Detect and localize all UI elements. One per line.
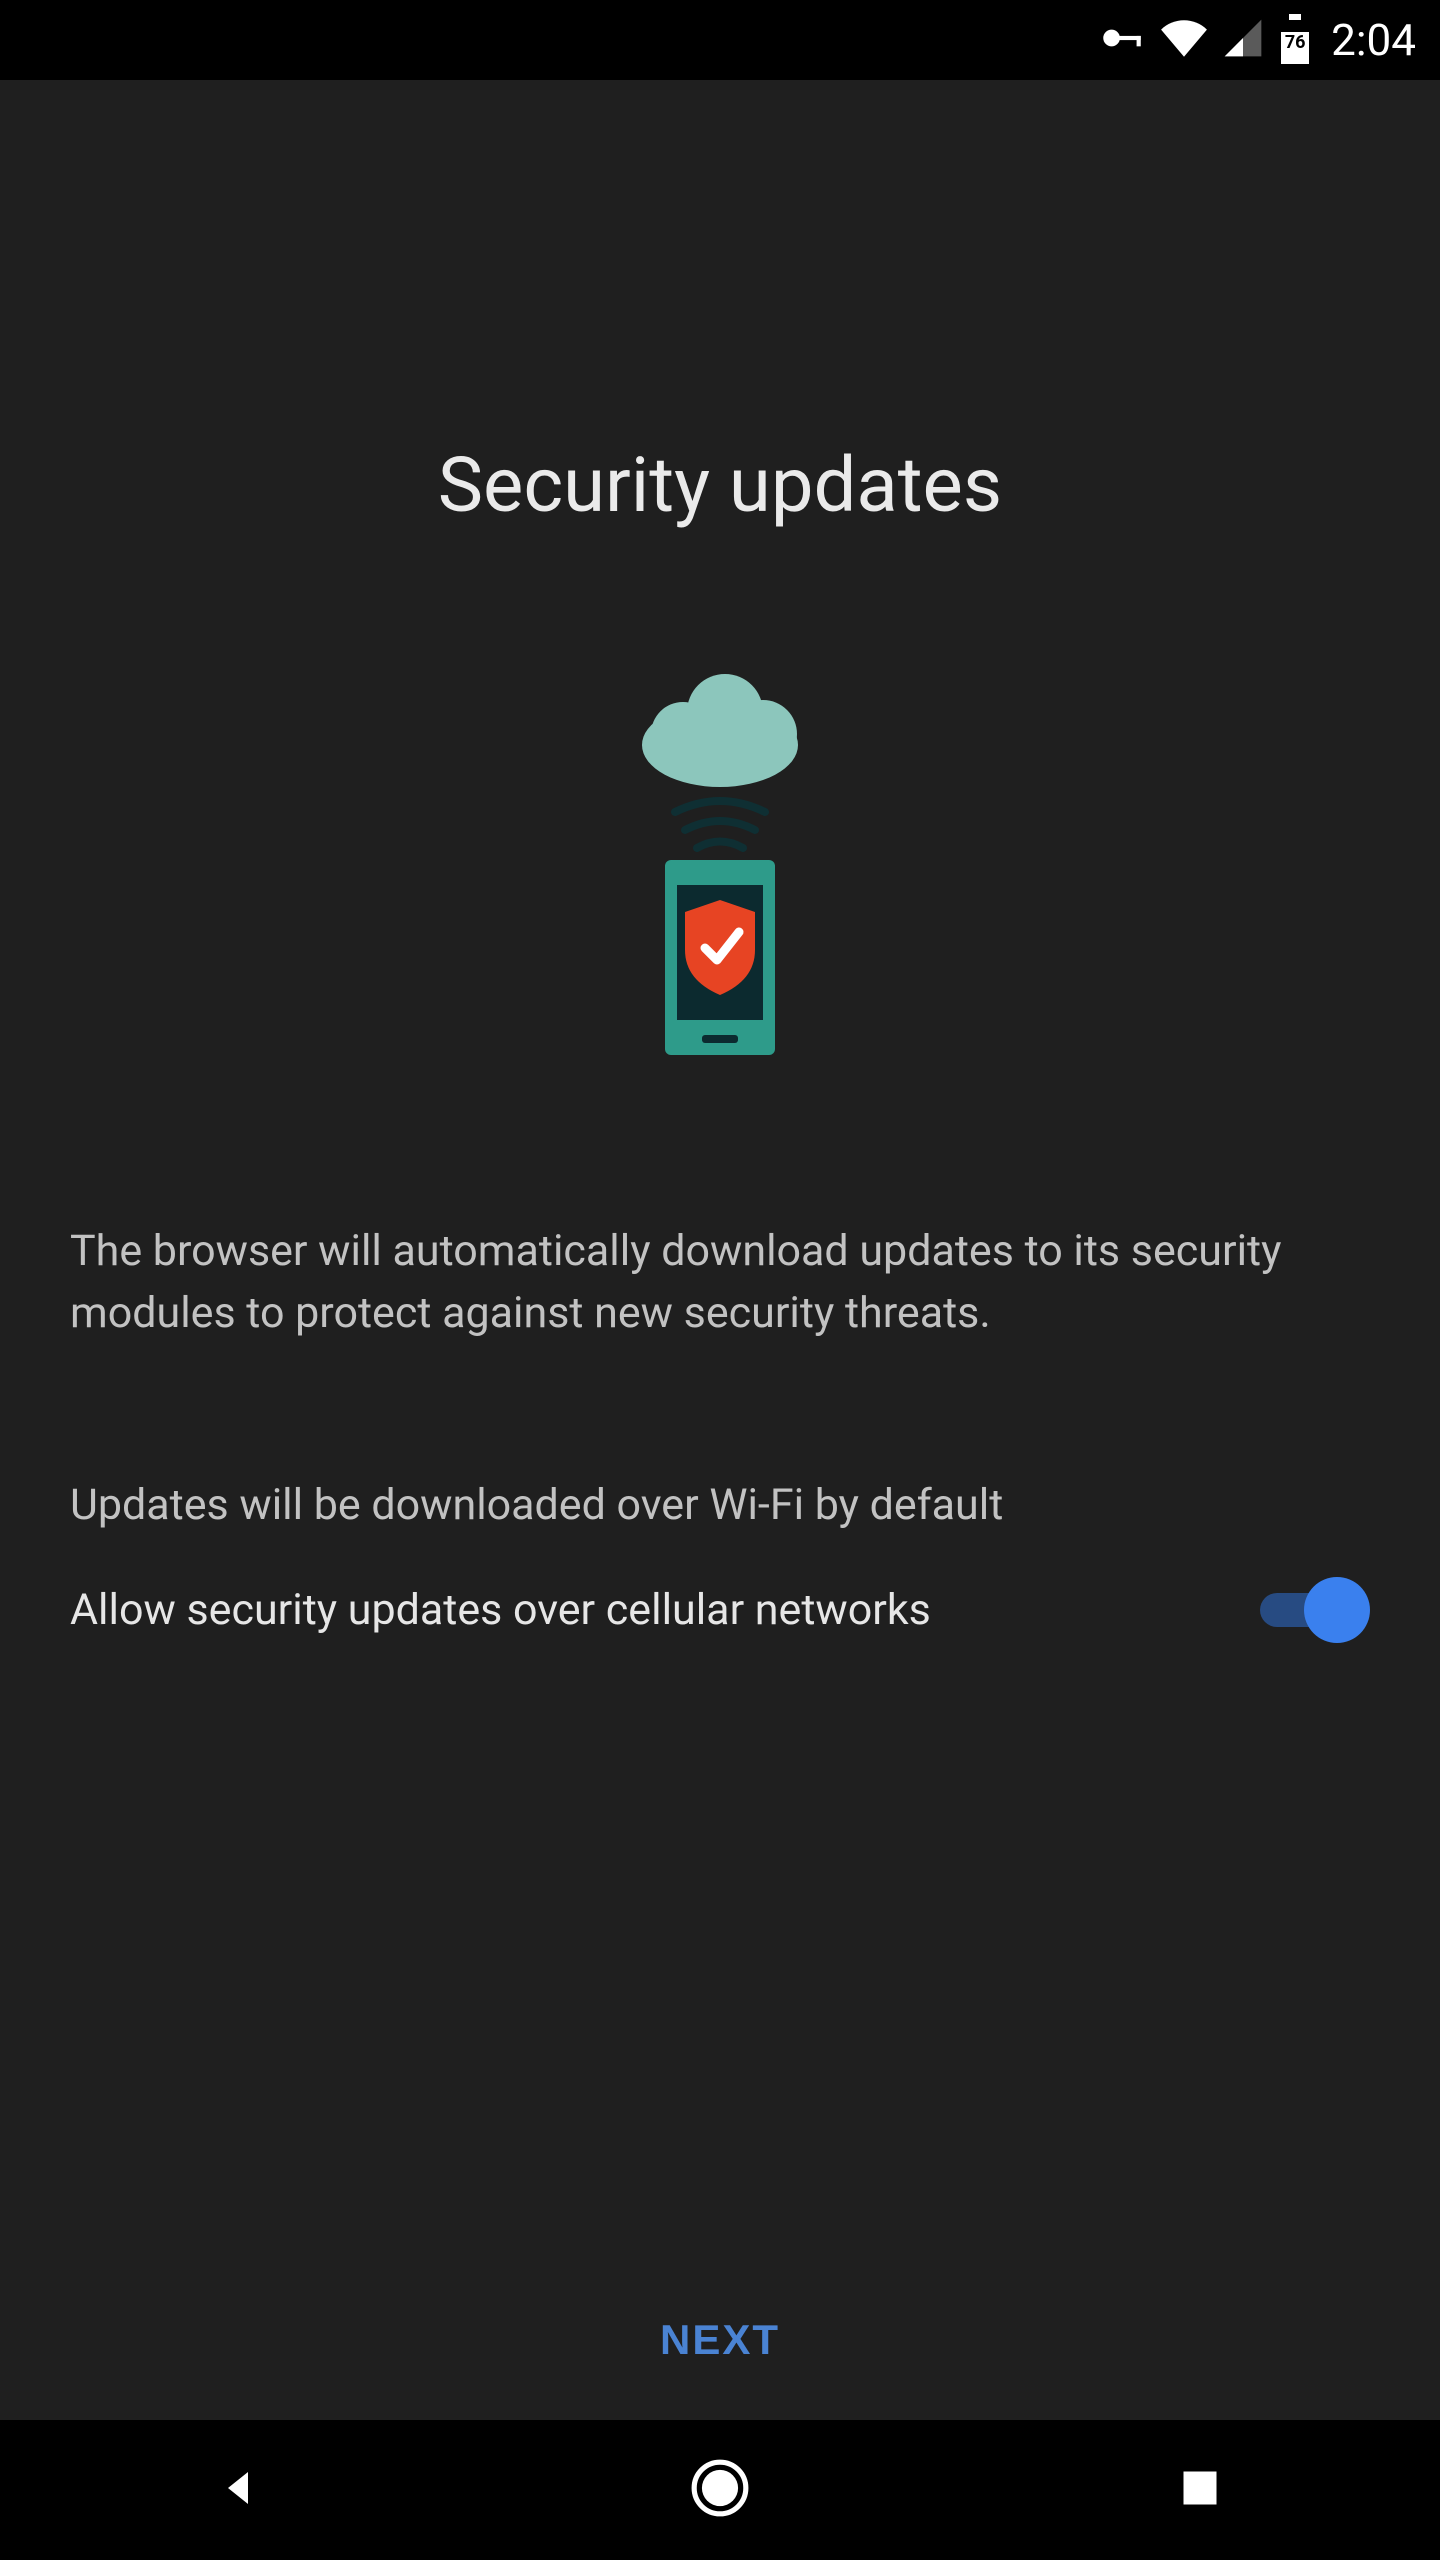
nav-home-button[interactable] [680, 2450, 760, 2530]
switch-thumb [1304, 1577, 1370, 1643]
cellular-signal-icon [1221, 16, 1265, 64]
page-title: Security updates [70, 440, 1370, 530]
description-text: The browser will automatically download … [70, 1220, 1370, 1345]
vpn-key-icon [1097, 13, 1147, 67]
cellular-updates-toggle[interactable] [1260, 1575, 1370, 1645]
navigation-bar [0, 2420, 1440, 2560]
wifi-icon [1159, 13, 1209, 67]
cellular-updates-toggle-row: Allow security updates over cellular net… [70, 1575, 1370, 1645]
security-updates-illustration [70, 660, 1370, 1060]
wifi-default-note: Updates will be downloaded over Wi-Fi by… [70, 1475, 1370, 1535]
cloud-icon [642, 674, 798, 787]
nav-back-button[interactable] [200, 2450, 280, 2530]
cellular-updates-toggle-label: Allow security updates over cellular net… [70, 1585, 1260, 1635]
battery-icon: 76 [1277, 14, 1313, 66]
recents-square-icon [1178, 2466, 1222, 2514]
home-circle-icon [689, 2457, 751, 2523]
next-button[interactable]: NEXT [660, 2316, 780, 2364]
content: Security updates [0, 80, 1440, 2260]
signal-waves-icon [675, 801, 765, 848]
nav-recents-button[interactable] [1160, 2450, 1240, 2530]
footer-actions: NEXT [0, 2260, 1440, 2420]
battery-percent-label: 76 [1285, 32, 1306, 53]
status-bar: 76 2:04 [0, 0, 1440, 80]
screen: Security updates [0, 80, 1440, 2420]
status-time: 2:04 [1331, 14, 1416, 66]
status-icons: 76 2:04 [1097, 13, 1416, 67]
back-triangle-icon [216, 2464, 264, 2516]
